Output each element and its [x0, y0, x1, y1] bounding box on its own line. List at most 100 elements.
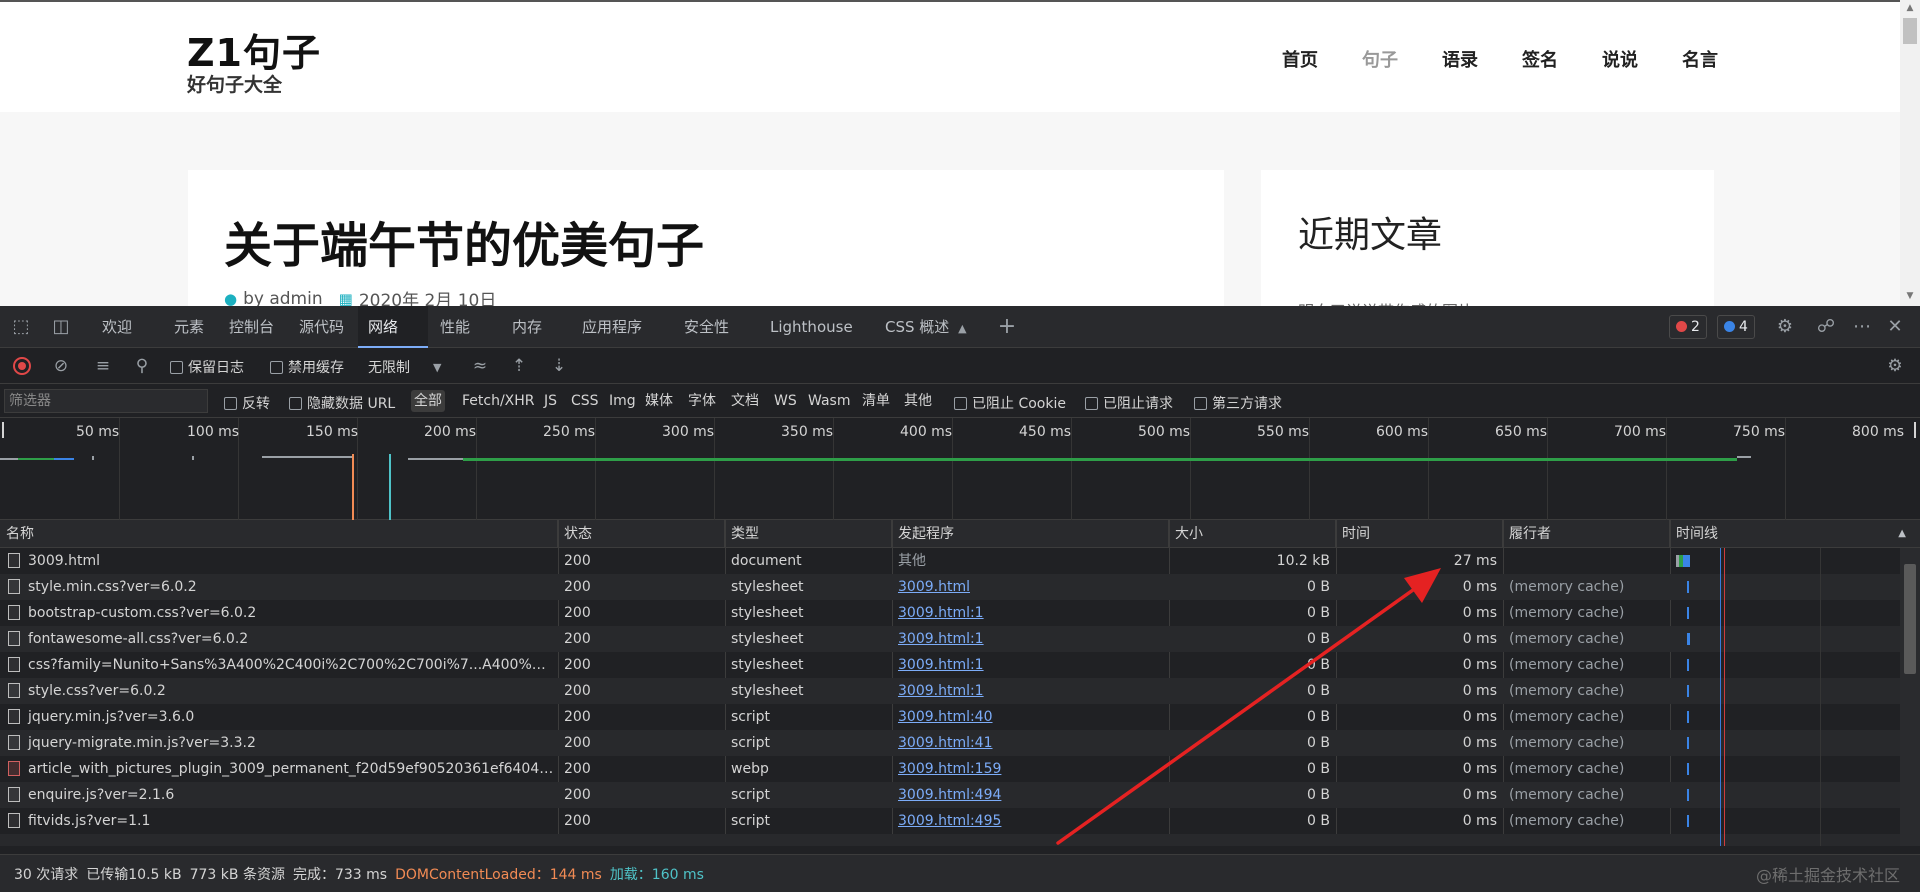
post-author[interactable]: by admin	[243, 289, 323, 307]
throttle-select[interactable]: 无限制 ▼	[368, 357, 441, 377]
checkbox-box[interactable]	[1085, 396, 1098, 410]
network-conditions-icon[interactable]: ≈	[469, 355, 491, 377]
nav-item-talk[interactable]: 说说	[1580, 46, 1660, 72]
close-devtools-icon[interactable]: ✕	[1884, 316, 1906, 338]
invert-checkbox[interactable]: 反转	[224, 393, 270, 413]
network-filterbar: 反转 隐藏数据 URL 全部 Fetch/XHR JS CSS Img 媒体 字…	[0, 384, 1920, 418]
throttle-value: 无限制	[368, 360, 410, 376]
checkbox-box[interactable]	[1194, 396, 1207, 410]
device-emulation-icon[interactable]: ◫	[50, 316, 72, 338]
hide-data-url-checkbox[interactable]: 隐藏数据 URL	[289, 393, 395, 413]
column-header-size[interactable]: 大小	[1169, 520, 1336, 548]
network-overview[interactable]: 50 ms 100 ms 150 ms 200 ms 250 ms 300 ms…	[0, 418, 1920, 520]
filter-type-doc[interactable]: 文档	[728, 390, 762, 412]
filter-type-manifest[interactable]: 清单	[859, 390, 893, 412]
column-header-time[interactable]: 时间	[1336, 520, 1503, 548]
web-page-viewport: Z1句子 好句子大全 首页 句子 语录 签名 说说 名言 关于端午节的优美句子 …	[0, 0, 1920, 306]
nav-item-home[interactable]: 首页	[1260, 46, 1340, 72]
tab-css-overview-label: CSS 概述	[885, 318, 950, 336]
invert-label: 反转	[242, 396, 270, 412]
nav-item-signatures[interactable]: 签名	[1500, 46, 1580, 72]
filter-input[interactable]	[4, 389, 208, 413]
blocked-cookies-checkbox[interactable]: 已阻止 Cookie	[954, 393, 1066, 413]
column-header-waterfall[interactable]: 时间线 ▲	[1670, 520, 1920, 548]
scroll-up-icon[interactable]: ▲	[1903, 2, 1917, 14]
column-header-type[interactable]: 类型	[725, 520, 892, 548]
inspect-element-icon[interactable]: ⬚	[10, 316, 32, 338]
checkbox-box[interactable]	[170, 360, 183, 374]
filter-type-media[interactable]: 媒体	[642, 390, 676, 412]
checkbox-box[interactable]	[224, 396, 237, 410]
dcl-marker	[352, 454, 354, 520]
tab-welcome[interactable]: 欢迎	[102, 306, 132, 348]
post-title[interactable]: 关于端午节的优美句子	[224, 206, 704, 276]
add-tab-icon[interactable]: +	[996, 316, 1018, 338]
filter-icon[interactable]: ≡	[92, 355, 114, 377]
checkbox-box[interactable]	[270, 360, 283, 374]
tab-elements[interactable]: 元素	[174, 306, 204, 348]
page-scrollbar[interactable]	[1900, 0, 1920, 306]
import-har-icon[interactable]: ⇡	[508, 355, 530, 377]
nav-item-quotes[interactable]: 语录	[1420, 46, 1500, 72]
more-options-icon[interactable]: ⋯	[1851, 316, 1873, 338]
scroll-down-icon[interactable]: ▼	[1903, 290, 1917, 302]
hide-data-url-label: 隐藏数据 URL	[307, 396, 396, 412]
site-tagline: 好句子大全	[187, 74, 283, 96]
column-header-name[interactable]: 名称	[0, 520, 558, 548]
filter-type-other[interactable]: 其他	[901, 390, 935, 412]
tab-lighthouse[interactable]: Lighthouse	[770, 306, 853, 348]
clear-icon[interactable]: ⊘	[50, 355, 72, 377]
load-line	[1724, 548, 1725, 846]
tab-performance[interactable]: 性能	[440, 306, 470, 348]
checkbox-box[interactable]	[954, 396, 967, 410]
summary-transferred: 已传输10.5 kB	[86, 866, 182, 883]
blocked-requests-checkbox[interactable]: 已阻止请求	[1085, 393, 1173, 413]
checkbox-box[interactable]	[289, 396, 302, 410]
requests-scroll-thumb[interactable]	[1904, 564, 1916, 674]
tab-memory[interactable]: 内存	[512, 306, 542, 348]
column-header-fulfilled-by[interactable]: 履行者	[1503, 520, 1670, 548]
filter-type-css[interactable]: CSS	[568, 390, 602, 412]
summary-resources: 773 kB 条资源	[189, 866, 285, 883]
preserve-log-checkbox[interactable]: 保留日志	[170, 357, 244, 377]
blocked-requests-label: 已阻止请求	[1103, 396, 1173, 412]
nav-item-sentences[interactable]: 句子	[1340, 46, 1420, 72]
tab-network[interactable]: 网络✕	[358, 306, 428, 378]
nav-item-famous-quotes[interactable]: 名言	[1660, 46, 1740, 72]
disable-cache-checkbox[interactable]: 禁用缓存	[270, 357, 344, 377]
customize-icon[interactable]: ☍	[1815, 316, 1837, 338]
tab-sources[interactable]: 源代码	[299, 306, 344, 348]
filter-type-wasm[interactable]: Wasm	[805, 390, 853, 412]
filter-type-img[interactable]: Img	[606, 390, 639, 412]
load-marker	[389, 454, 391, 520]
filter-type-fetch-xhr[interactable]: Fetch/XHR	[459, 390, 538, 412]
sidebar-recent-post[interactable]: 明白了说说带伤感的图片	[1298, 298, 1474, 306]
summary-dom-content-loaded: DOMContentLoaded：144 ms	[395, 866, 602, 883]
page-scroll-thumb[interactable]	[1903, 18, 1917, 44]
filter-type-js[interactable]: JS	[541, 390, 560, 412]
filter-type-all[interactable]: 全部	[411, 390, 445, 412]
settings-icon[interactable]: ⚙	[1774, 316, 1796, 338]
export-har-icon[interactable]: ⇣	[548, 355, 570, 377]
search-icon[interactable]: ⚲	[131, 355, 153, 377]
tab-application[interactable]: 应用程序	[582, 306, 642, 348]
record-stop-icon[interactable]	[11, 355, 33, 377]
error-badge[interactable]: 2	[1669, 315, 1707, 339]
message-badge[interactable]: 4	[1717, 315, 1755, 339]
tab-security[interactable]: 安全性	[684, 306, 729, 348]
network-settings-icon[interactable]: ⚙	[1884, 355, 1906, 377]
tab-console[interactable]: 控制台	[229, 306, 274, 348]
waterfall-graph	[1676, 548, 1821, 846]
site-title[interactable]: Z1句子	[187, 22, 321, 77]
tab-css-overview[interactable]: CSS 概述 ▲	[885, 306, 967, 348]
filter-type-font[interactable]: 字体	[685, 390, 719, 412]
filter-type-ws[interactable]: WS	[771, 390, 800, 412]
column-header-status[interactable]: 状态	[558, 520, 725, 548]
waterfall-bar	[1683, 555, 1690, 567]
column-header-initiator[interactable]: 发起程序	[892, 520, 1169, 548]
third-party-checkbox[interactable]: 第三方请求	[1194, 393, 1282, 413]
post-date[interactable]: 2020年 2月 10日	[359, 286, 497, 306]
overview-bar	[463, 458, 1737, 461]
overview-bar	[18, 458, 54, 460]
disable-cache-label: 禁用缓存	[288, 360, 344, 376]
